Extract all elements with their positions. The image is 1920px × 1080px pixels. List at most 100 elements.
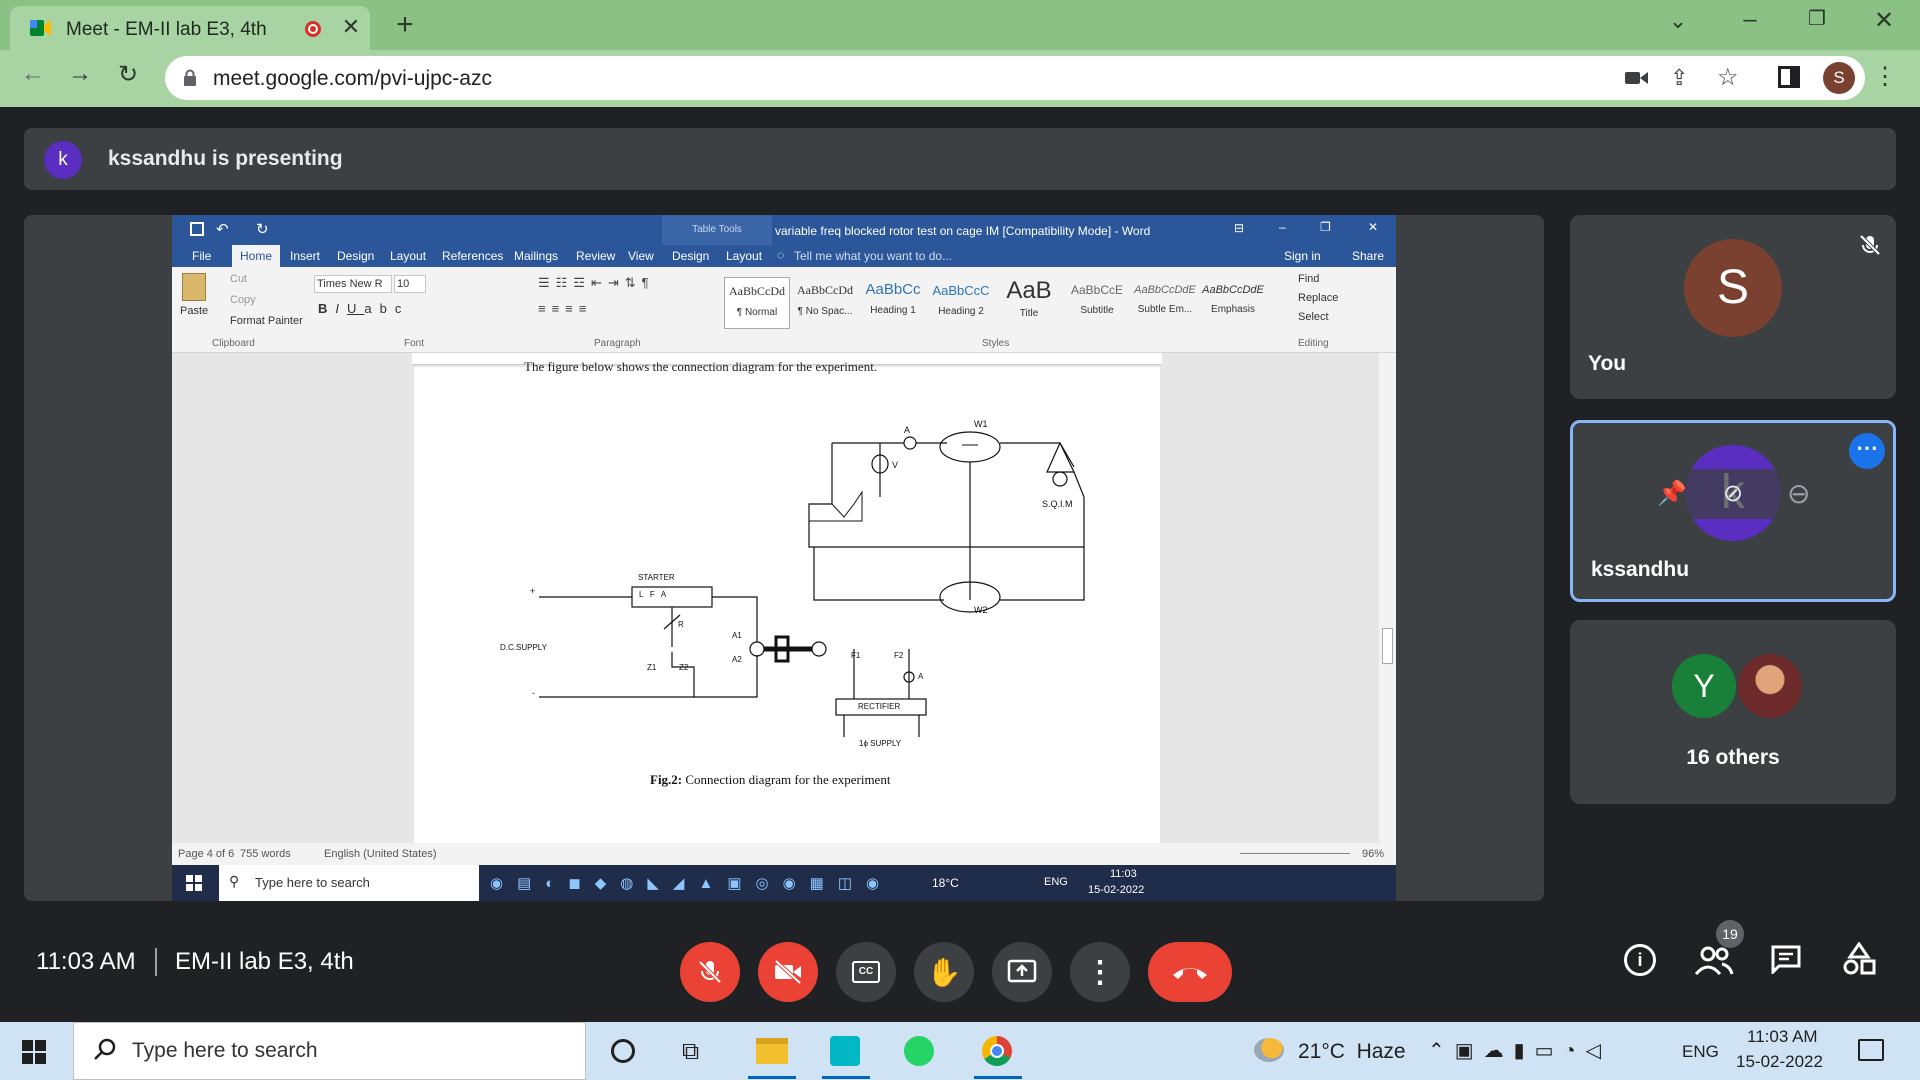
tell-me-box[interactable]: Tell me what you want to do...	[794, 249, 952, 263]
style-no-spacing[interactable]: AaBbCcDd ¶ No Spac...	[792, 277, 858, 329]
share-page-icon[interactable]: ⇪	[1670, 65, 1694, 90]
tab-insert[interactable]: Insert	[290, 249, 320, 263]
browser-tab[interactable]: Meet - EM-II lab E3, 4th ✕	[10, 6, 370, 50]
present-button[interactable]	[992, 942, 1052, 1002]
document-page[interactable]: The figure below shows the connection di…	[414, 359, 1160, 843]
font-format-buttons[interactable]: BIUabc	[318, 301, 409, 316]
share-button[interactable]: Share	[1352, 249, 1384, 263]
font-size-select[interactable]: 10	[394, 275, 426, 293]
restore-icon[interactable]: ❐	[1797, 6, 1837, 31]
zoom-level[interactable]: 96%	[1362, 848, 1384, 860]
chrome-icon[interactable]	[982, 1036, 1012, 1066]
profile-avatar[interactable]: S	[1823, 62, 1855, 94]
tab-view[interactable]: View	[628, 249, 654, 263]
inner-search-box[interactable]: ⚲ Type here to search	[219, 865, 479, 901]
tab-search-icon[interactable]: ⌄	[1663, 8, 1693, 34]
participant-tile-kssandhu[interactable]: k 📌 ⊘ ⊖ ⋯ kssandhu	[1570, 420, 1896, 602]
address-bar[interactable]: meet.google.com/pvi-ujpc-azc ⇪ ☆	[165, 56, 1865, 100]
scroll-thumb[interactable]	[1382, 628, 1393, 664]
raise-hand-button[interactable]: ✋	[914, 942, 974, 1002]
back-icon[interactable]: ←	[15, 60, 51, 88]
task-view-icon[interactable]: ⧉	[682, 1038, 699, 1066]
cut-button[interactable]: Cut	[230, 273, 247, 285]
start-icon[interactable]	[22, 1040, 46, 1064]
reload-icon[interactable]: ↻	[110, 60, 146, 89]
language-indicator[interactable]: ENG	[1682, 1042, 1719, 1062]
participant-tile-you[interactable]: S You	[1570, 215, 1896, 399]
copy-button[interactable]: Copy	[230, 294, 256, 306]
chat-icon[interactable]	[1770, 944, 1802, 974]
taskbar-search-box[interactable]: Type here to search	[73, 1022, 586, 1080]
side-panel-icon[interactable]	[1778, 66, 1800, 88]
notifications-icon[interactable]	[1858, 1039, 1884, 1061]
language-status[interactable]: English (United States)	[324, 848, 437, 860]
page-count[interactable]: Page 4 of 6	[178, 848, 234, 860]
style-subtle-emphasis[interactable]: AaBbCcDdE Subtle Em...	[1132, 277, 1198, 329]
paste-icon[interactable]	[182, 273, 206, 301]
whatsapp-icon[interactable]	[904, 1036, 934, 1066]
select-button[interactable]: Select	[1298, 311, 1329, 323]
vertical-scrollbar[interactable]	[1379, 353, 1396, 843]
align-buttons[interactable]: ≡≡≡≡	[538, 301, 592, 316]
more-options-icon[interactable]: ⋯	[1849, 433, 1885, 469]
pin-icon[interactable]: 📌	[1657, 479, 1687, 508]
ribbon-display-icon[interactable]: ⊟	[1234, 221, 1244, 235]
tab-table-layout[interactable]: Layout	[726, 249, 762, 263]
more-options-button[interactable]: ⋮	[1070, 942, 1130, 1002]
close-window-icon[interactable]: ✕	[1864, 6, 1904, 35]
paragraph-buttons[interactable]: ☰☷☲⇤⇥⇅¶	[538, 275, 655, 291]
style-normal[interactable]: AaBbCcDd ¶ Normal	[724, 277, 790, 329]
undo-icon[interactable]: ↶	[216, 220, 229, 238]
find-button[interactable]: Find	[1298, 273, 1319, 285]
new-tab-icon[interactable]: +	[388, 8, 422, 42]
weather-text[interactable]: 21°C Haze	[1298, 1040, 1406, 1064]
clock-date[interactable]: 15-02-2022	[1736, 1052, 1823, 1072]
camera-toggle-button[interactable]	[758, 942, 818, 1002]
tab-home[interactable]: Home	[232, 245, 281, 267]
tab-references[interactable]: References	[442, 249, 503, 263]
inner-start-icon[interactable]	[186, 875, 202, 891]
mic-toggle-button[interactable]	[680, 942, 740, 1002]
word-restore-icon[interactable]: ❐	[1320, 220, 1331, 234]
leave-call-button[interactable]	[1148, 942, 1232, 1002]
style-emphasis[interactable]: AaBbCcDdE Emphasis	[1200, 277, 1266, 329]
replace-button[interactable]: Replace	[1298, 292, 1338, 304]
format-painter-button[interactable]: Format Painter	[230, 315, 303, 327]
tab-review[interactable]: Review	[576, 249, 615, 263]
meeting-details-icon[interactable]: i	[1624, 944, 1656, 976]
save-icon[interactable]	[190, 222, 204, 236]
word-minimize-icon[interactable]: –	[1279, 220, 1286, 234]
font-name-select[interactable]: Times New R	[314, 275, 392, 293]
cortana-icon[interactable]	[611, 1039, 635, 1063]
paste-button[interactable]: Paste	[180, 305, 208, 317]
captions-button[interactable]: CC	[836, 942, 896, 1002]
zoom-slider[interactable]	[1240, 853, 1350, 854]
tab-table-design[interactable]: Design	[672, 249, 709, 263]
weather-icon[interactable]	[1254, 1038, 1284, 1062]
redo-icon[interactable]: ↻	[256, 220, 269, 238]
chrome-menu-icon[interactable]: ⋮	[1870, 62, 1900, 91]
inner-app-icons[interactable]: ◉▤◐◼◆◍◣◢▲▣◎◉▦◫◉	[490, 874, 970, 892]
app-icon-teal[interactable]	[830, 1036, 860, 1066]
bookmark-star-icon[interactable]: ☆	[1717, 63, 1741, 92]
activities-icon[interactable]	[1842, 942, 1876, 976]
participant-tile-others[interactable]: Y 16 others	[1570, 620, 1896, 804]
forward-icon[interactable]: →	[62, 60, 98, 88]
close-tab-icon[interactable]: ✕	[338, 14, 364, 40]
tab-design[interactable]: Design	[337, 249, 374, 263]
style-subtitle[interactable]: AaBbCcE Subtitle	[1064, 277, 1130, 329]
tile-mic-icon[interactable]: ⊘	[1723, 479, 1743, 508]
camera-in-use-icon[interactable]	[1625, 69, 1649, 87]
sign-in-link[interactable]: Sign in	[1284, 249, 1321, 263]
style-heading-2[interactable]: AaBbCcC Heading 2	[928, 277, 994, 329]
file-explorer-icon[interactable]	[756, 1038, 788, 1064]
word-count[interactable]: 755 words	[240, 848, 291, 860]
word-close-icon[interactable]: ✕	[1368, 220, 1378, 234]
style-heading-1[interactable]: AaBbCc Heading 1	[860, 277, 926, 329]
styles-gallery[interactable]: AaBbCcDd ¶ Normal AaBbCcDd ¶ No Spac... Aa…	[722, 271, 1264, 331]
style-title[interactable]: AaB Title	[996, 277, 1062, 329]
tab-file[interactable]: File	[192, 249, 211, 263]
tab-mailings[interactable]: Mailings	[514, 249, 558, 263]
tab-layout[interactable]: Layout	[390, 249, 426, 263]
remove-icon[interactable]: ⊖	[1787, 477, 1810, 510]
